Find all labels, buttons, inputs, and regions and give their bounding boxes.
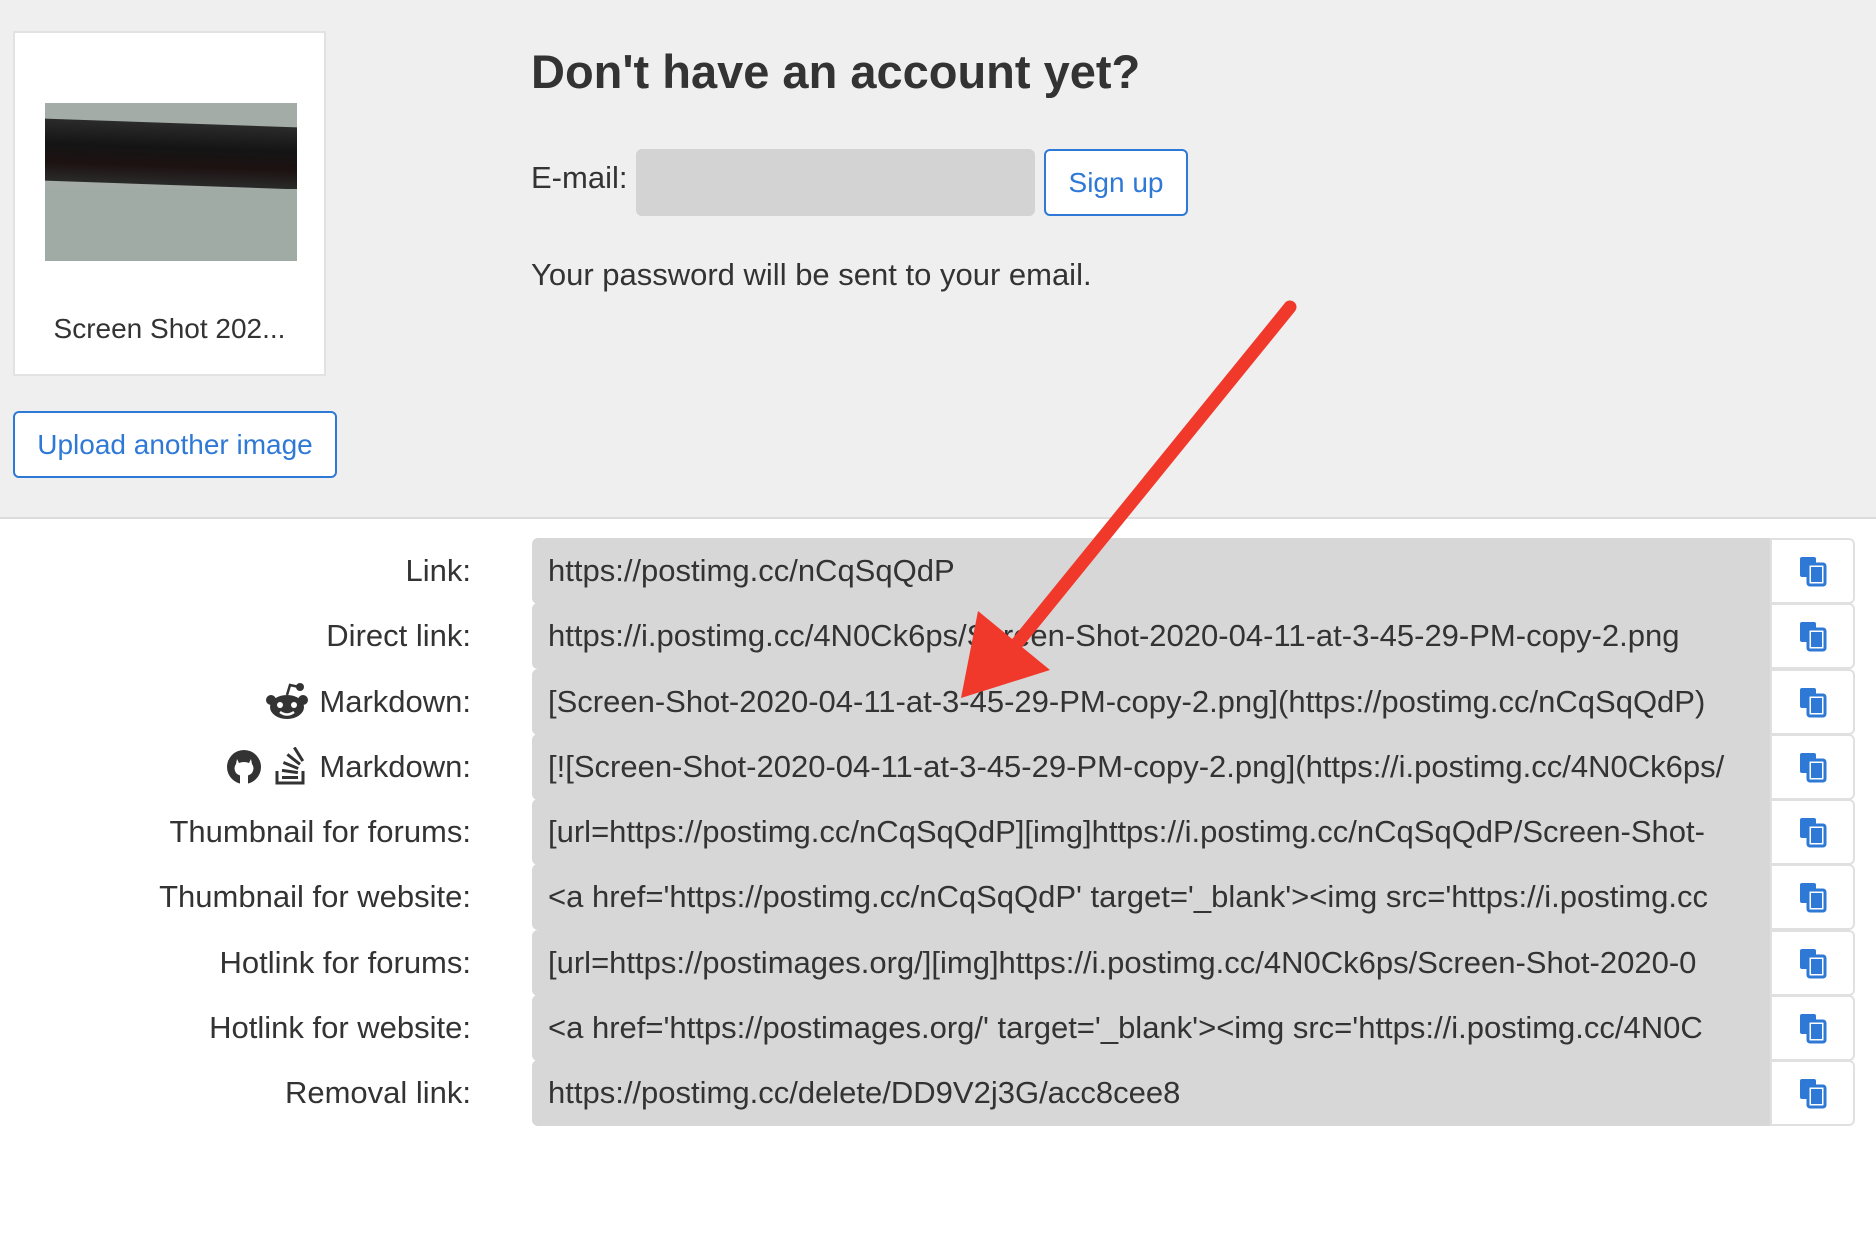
row-label-text: Link: [405,553,471,588]
copy-button[interactable] [1770,669,1855,735]
thumbnail-forums-row: Thumbnail for forums: [url=https://posti… [0,799,1876,865]
thumbnail-forums-field[interactable]: [url=https://postimg.cc/nCqSqQdP][img]ht… [532,799,1770,865]
sign-up-button[interactable]: Sign up [1044,149,1188,216]
row-label-text: Hotlink for website: [209,1010,471,1045]
copy-icon [1799,688,1826,718]
thumbnail-caption: Screen Shot 202... [53,313,286,344]
copy-icon [1799,818,1826,848]
row-label-text: Hotlink for forums: [219,945,471,980]
direct-link-field[interactable]: https://i.postimg.cc/4N0Ck6ps/Screen-Sho… [532,603,1770,669]
thumbnail-forums-row-label: Thumbnail for forums: [170,799,472,865]
removal-link-field[interactable]: https://postimg.cc/delete/DD9V2j3G/acc8c… [532,1060,1770,1126]
reddit-markdown-row: Markdown: [Screen-Shot-2020-04-11-at-3-4… [0,669,1876,735]
copy-button[interactable] [1770,799,1855,865]
hotlink-website-row: Hotlink for website: <a href='https://po… [0,995,1876,1061]
copy-icon [1799,1014,1826,1044]
reddit-markdown-row-label: Markdown: [265,669,471,735]
reddit-markdown-field[interactable]: [Screen-Shot-2020-04-11-at-3-45-29-PM-co… [532,669,1770,735]
copy-button[interactable] [1770,603,1855,669]
github-icon [227,750,262,784]
password-note: Your password will be sent to your email… [531,257,1092,292]
copy-button[interactable] [1770,538,1855,604]
github-markdown-field[interactable]: [![Screen-Shot-2020-04-11-at-3-45-29-PM-… [532,734,1770,800]
copy-icon [1799,1079,1826,1109]
row-label-text: Direct link: [326,618,471,653]
removal-link-row: Removal link: https://postimg.cc/delete/… [0,1060,1876,1126]
upload-another-image-button[interactable]: Upload another image [13,411,337,478]
direct-link-row: Direct link: https://i.postimg.cc/4N0Ck6… [0,603,1876,669]
signup-heading: Don't have an account yet? [531,45,1141,98]
thumbnail-background [45,189,297,261]
copy-icon [1799,753,1826,783]
stackoverflow-icon [275,747,305,785]
row-label-text: Markdown: [319,749,471,784]
direct-link-row-label: Direct link: [326,603,471,669]
copy-button[interactable] [1770,930,1855,996]
email-input[interactable] [636,149,1035,216]
link-row: Link: https://postimg.cc/nCqSqQdP [0,538,1876,604]
github-markdown-row-label: Markdown: [225,734,471,800]
link-row-label: Link: [406,538,471,604]
removal-link-row-label: Removal link: [285,1060,471,1126]
hotlink-forums-row-label: Hotlink for forums: [219,930,471,996]
copy-button[interactable] [1770,734,1855,800]
github-markdown-row: Markdown: [![Screen-Shot-2020-04-11-at-3… [0,734,1876,800]
thumbnail-website-field[interactable]: <a href='https://postimg.cc/nCqSqQdP' ta… [532,864,1770,930]
row-label-text: Markdown: [319,684,471,719]
hotlink-website-field[interactable]: <a href='https://postimages.org/' target… [532,995,1770,1061]
upload-result-panel: Screen Shot 202... Upload another image … [0,0,1876,519]
copy-icon [1799,883,1826,913]
hotlink-website-row-label: Hotlink for website: [209,995,471,1061]
hotlink-forums-field[interactable]: [url=https://postimages.org/][img]https:… [532,930,1770,996]
copy-button[interactable] [1770,864,1855,930]
link-field[interactable]: https://postimg.cc/nCqSqQdP [532,538,1770,604]
copy-icon [1799,557,1826,587]
copy-icon [1799,622,1826,652]
thumbnail-dark-stripe [45,118,297,190]
thumbnail-website-row-label: Thumbnail for website: [159,864,471,930]
row-label-text: Removal link: [284,1075,471,1110]
copy-icon [1799,949,1826,979]
row-label-text: Thumbnail for forums: [169,814,472,849]
copy-button[interactable] [1770,995,1855,1061]
reddit-icon [266,683,309,719]
row-label-text: Thumbnail for website: [159,879,471,914]
email-label: E-mail: [531,160,628,195]
thumbnail-website-row: Thumbnail for website: <a href='https://… [0,864,1876,930]
thumbnail-card[interactable]: Screen Shot 202... [13,31,326,376]
hotlink-forums-row: Hotlink for forums: [url=https://postima… [0,930,1876,996]
image-thumbnail[interactable] [45,103,297,261]
copy-button[interactable] [1770,1060,1855,1126]
